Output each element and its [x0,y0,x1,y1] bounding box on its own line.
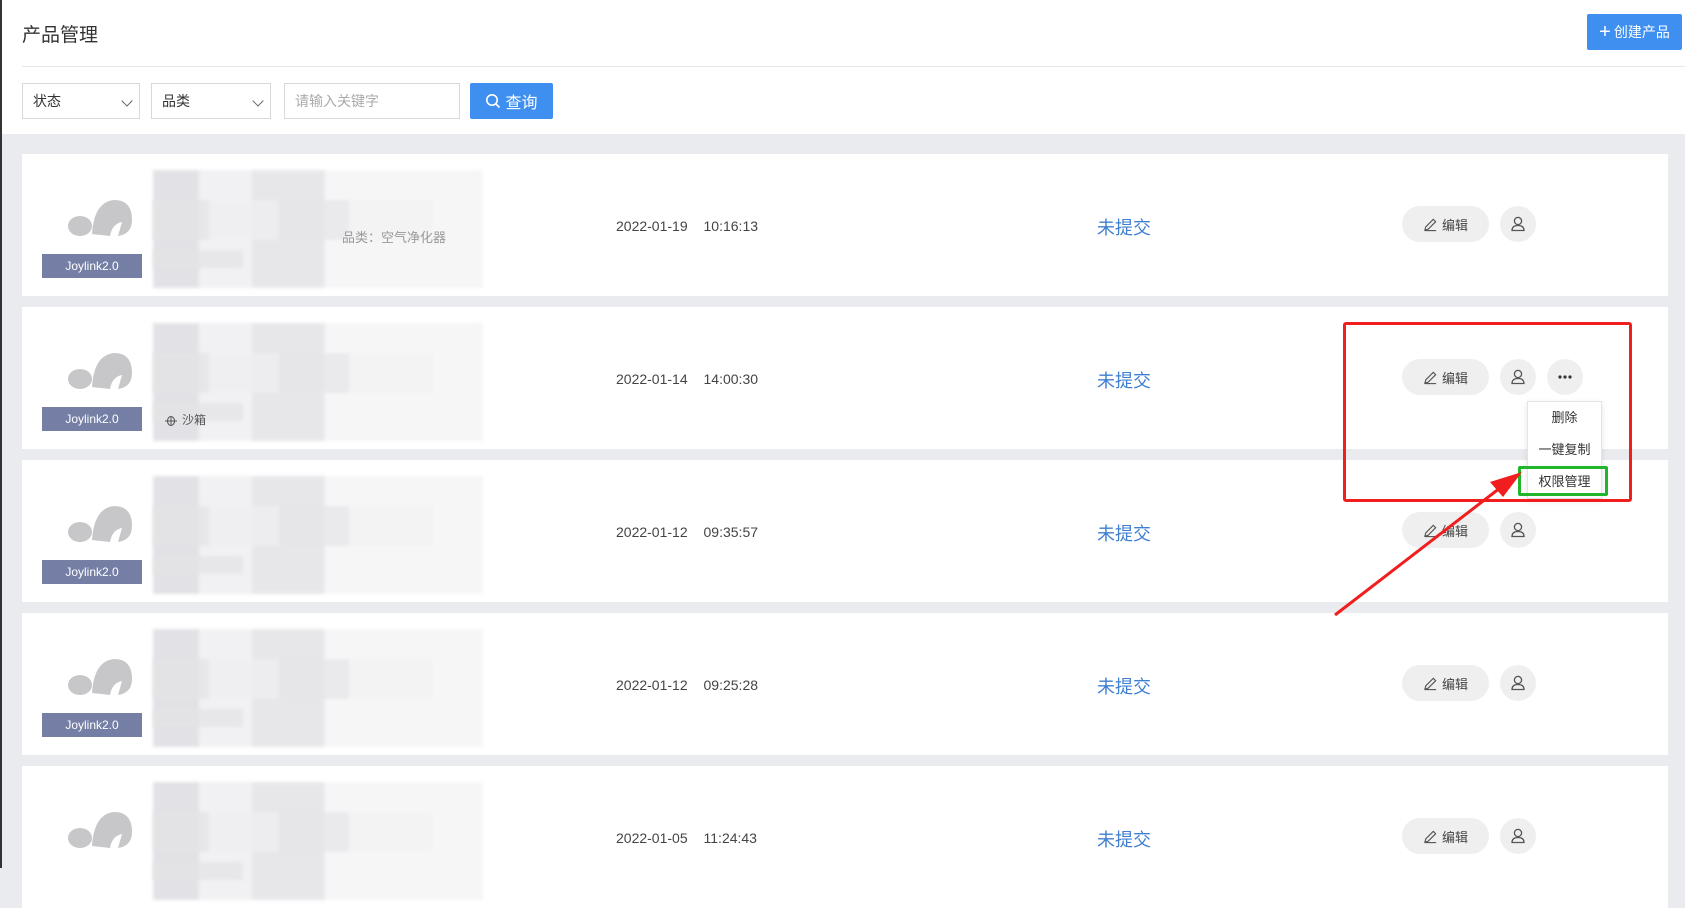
product-thumbnail [68,506,132,542]
product-thumbnail [68,812,132,848]
query-button[interactable]: 查询 [470,83,553,119]
blurred-product-info [153,812,433,852]
status-text: 未提交 [1097,830,1151,850]
created-clock: 14:00:30 [703,371,759,387]
product-card: 2022-01-05 11:24:43 未提交 编辑 [22,766,1668,908]
create-product-button[interactable]: + 创建产品 [1587,14,1682,50]
edit-button[interactable]: 编辑 [1402,512,1489,548]
user-icon [1511,828,1525,844]
created-date: 2022-01-14 [616,371,688,387]
status-text: 未提交 [1097,524,1151,544]
protocol-badge: Joylink2.0 [42,407,142,431]
created-date: 2022-01-19 [616,218,688,234]
sandbox-label: 沙箱 [182,413,207,427]
status-text: 未提交 [1097,677,1151,697]
protocol-badge: Joylink2.0 [42,560,142,584]
product-thumbnail [68,353,132,389]
category-select-value: 品类 [162,93,190,109]
permission-button[interactable] [1500,665,1536,701]
search-icon [486,94,501,109]
status-text: 未提交 [1097,218,1151,238]
created-clock: 09:35:57 [703,524,759,540]
edit-label: 编辑 [1441,217,1468,233]
header-divider [22,66,1685,67]
protocol-badge: Joylink2.0 [42,254,142,278]
chevron-down-icon [252,95,264,107]
page-title: 产品管理 [22,25,99,46]
keyword-input[interactable] [284,83,460,119]
product-category: 品类：空气净化器 [342,230,447,245]
created-date: 2022-01-05 [616,830,688,846]
product-card: Joylink2.0 品类：空气净化器 2022-01-19 10:16:13 未提交… [22,154,1668,296]
create-product-label: 创建产品 [1613,24,1670,40]
created-time: 2022-01-05 11:24:43 [616,830,757,846]
edit-button[interactable]: 编辑 [1402,206,1489,242]
created-clock: 10:16:13 [703,218,759,234]
created-time: 2022-01-19 10:16:13 [616,218,758,234]
blurred-product-info [153,506,433,546]
blurred-product-info [153,250,243,268]
product-card: Joylink2.0 2022-01-12 09:25:28 未提交 编辑 [22,613,1668,755]
created-time: 2022-01-12 09:35:57 [616,524,758,540]
blurred-product-info [153,353,433,393]
pencil-icon [1424,830,1437,843]
pencil-icon [1424,218,1437,231]
created-time: 2022-01-14 14:00:30 [616,371,758,387]
permission-button[interactable] [1500,818,1536,854]
edit-label: 编辑 [1441,523,1468,539]
toolbar-panel: 产品管理 + 创建产品 状态 品类 查询 [2,0,1685,134]
status-select[interactable]: 状态 [22,83,140,119]
status-text: 未提交 [1097,371,1151,391]
protocol-badge: Joylink2.0 [42,713,142,737]
blurred-product-info [153,659,433,699]
blurred-product-info [153,709,243,727]
user-icon [1511,216,1525,232]
created-clock: 11:24:43 [703,830,757,846]
status-select-value: 状态 [33,93,61,109]
user-icon [1511,675,1525,691]
user-icon [1511,522,1525,538]
category-select[interactable]: 品类 [151,83,271,119]
product-thumbnail [68,659,132,695]
target-highlight-box [1518,466,1608,496]
pencil-icon [1424,524,1437,537]
pencil-icon [1424,677,1437,690]
created-date: 2022-01-12 [616,524,688,540]
plus-icon: + [1599,21,1611,43]
product-thumbnail [68,200,132,236]
blurred-product-info [153,862,243,880]
query-label: 查询 [505,95,538,112]
blurred-product-info [153,556,243,574]
edit-button[interactable]: 编辑 [1402,818,1489,854]
created-clock: 09:25:28 [703,677,759,693]
edit-label: 编辑 [1441,676,1468,692]
chevron-down-icon [121,95,133,107]
created-time: 2022-01-12 09:25:28 [616,677,758,693]
edit-button[interactable]: 编辑 [1402,665,1489,701]
bug-icon [165,415,177,426]
created-date: 2022-01-12 [616,677,688,693]
edit-label: 编辑 [1441,829,1468,845]
permission-button[interactable] [1500,512,1536,548]
sandbox-tag: 沙箱 [164,411,206,428]
permission-button[interactable] [1500,206,1536,242]
